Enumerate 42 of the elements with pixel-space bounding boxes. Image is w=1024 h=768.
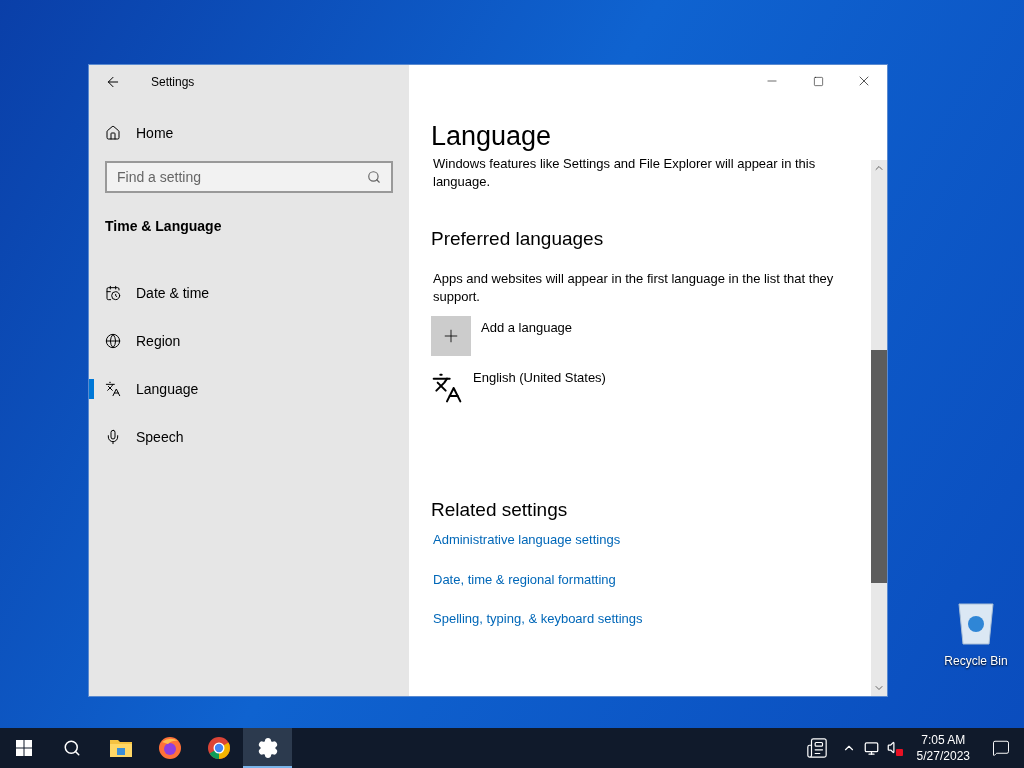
gear-icon bbox=[256, 737, 279, 759]
home-icon bbox=[105, 125, 121, 141]
clock[interactable]: 7:05 AM 5/27/2023 bbox=[910, 732, 976, 764]
desktop-icon-label[interactable]: Recycle Bin bbox=[944, 652, 1008, 670]
language-icon bbox=[105, 381, 121, 397]
language-icon bbox=[431, 371, 463, 404]
settings-link[interactable]: Spelling, typing, & keyboard settings bbox=[433, 609, 643, 629]
window-title: Settings bbox=[151, 74, 195, 91]
taskbar-app[interactable] bbox=[243, 728, 292, 768]
folder-icon bbox=[108, 738, 133, 758]
maximize-icon bbox=[812, 75, 824, 87]
nav-item[interactable]: Region bbox=[89, 317, 409, 365]
microphone-icon bbox=[105, 429, 121, 445]
scrollbar-thumb[interactable] bbox=[871, 350, 887, 583]
nav-item[interactable]: Date & time bbox=[89, 269, 409, 317]
home-link[interactable]: Home bbox=[89, 121, 409, 145]
news-icon[interactable] bbox=[805, 737, 828, 759]
installed-language[interactable]: English (United States) bbox=[473, 367, 606, 387]
search-icon[interactable] bbox=[367, 170, 381, 184]
page-title: Language bbox=[431, 120, 553, 153]
browser-icon bbox=[206, 736, 231, 760]
settings-link[interactable]: Date, time & regional formatting bbox=[433, 569, 616, 589]
add-language-button[interactable]: Add a language bbox=[431, 315, 847, 356]
section-heading: Preferred languages bbox=[431, 227, 605, 251]
network-icon[interactable] bbox=[863, 740, 879, 756]
notifications-icon[interactable] bbox=[992, 739, 1010, 757]
search-icon bbox=[63, 739, 81, 757]
nav-item[interactable]: Speech bbox=[89, 413, 409, 461]
back-button[interactable] bbox=[105, 74, 121, 90]
recycle-bin-icon[interactable] bbox=[956, 600, 996, 646]
intro-text: Windows features like Settings and File Explorer will appear in this language. bbox=[432, 155, 817, 191]
scrollbar[interactable] bbox=[871, 160, 887, 696]
description-text: Apps and websites will appear in the first language in the list that they support. bbox=[432, 269, 835, 306]
section-heading: Time & Language bbox=[104, 217, 223, 236]
windows-icon bbox=[16, 740, 32, 756]
calendar-clock-icon bbox=[105, 285, 121, 301]
volume-muted-icon[interactable] bbox=[886, 740, 903, 756]
browser-icon bbox=[157, 736, 182, 760]
globe-icon bbox=[105, 333, 121, 349]
section-heading: Related settings bbox=[431, 497, 569, 522]
search-field[interactable]: Find a setting bbox=[105, 161, 393, 193]
settings-link[interactable]: Administrative language settings bbox=[433, 530, 621, 550]
